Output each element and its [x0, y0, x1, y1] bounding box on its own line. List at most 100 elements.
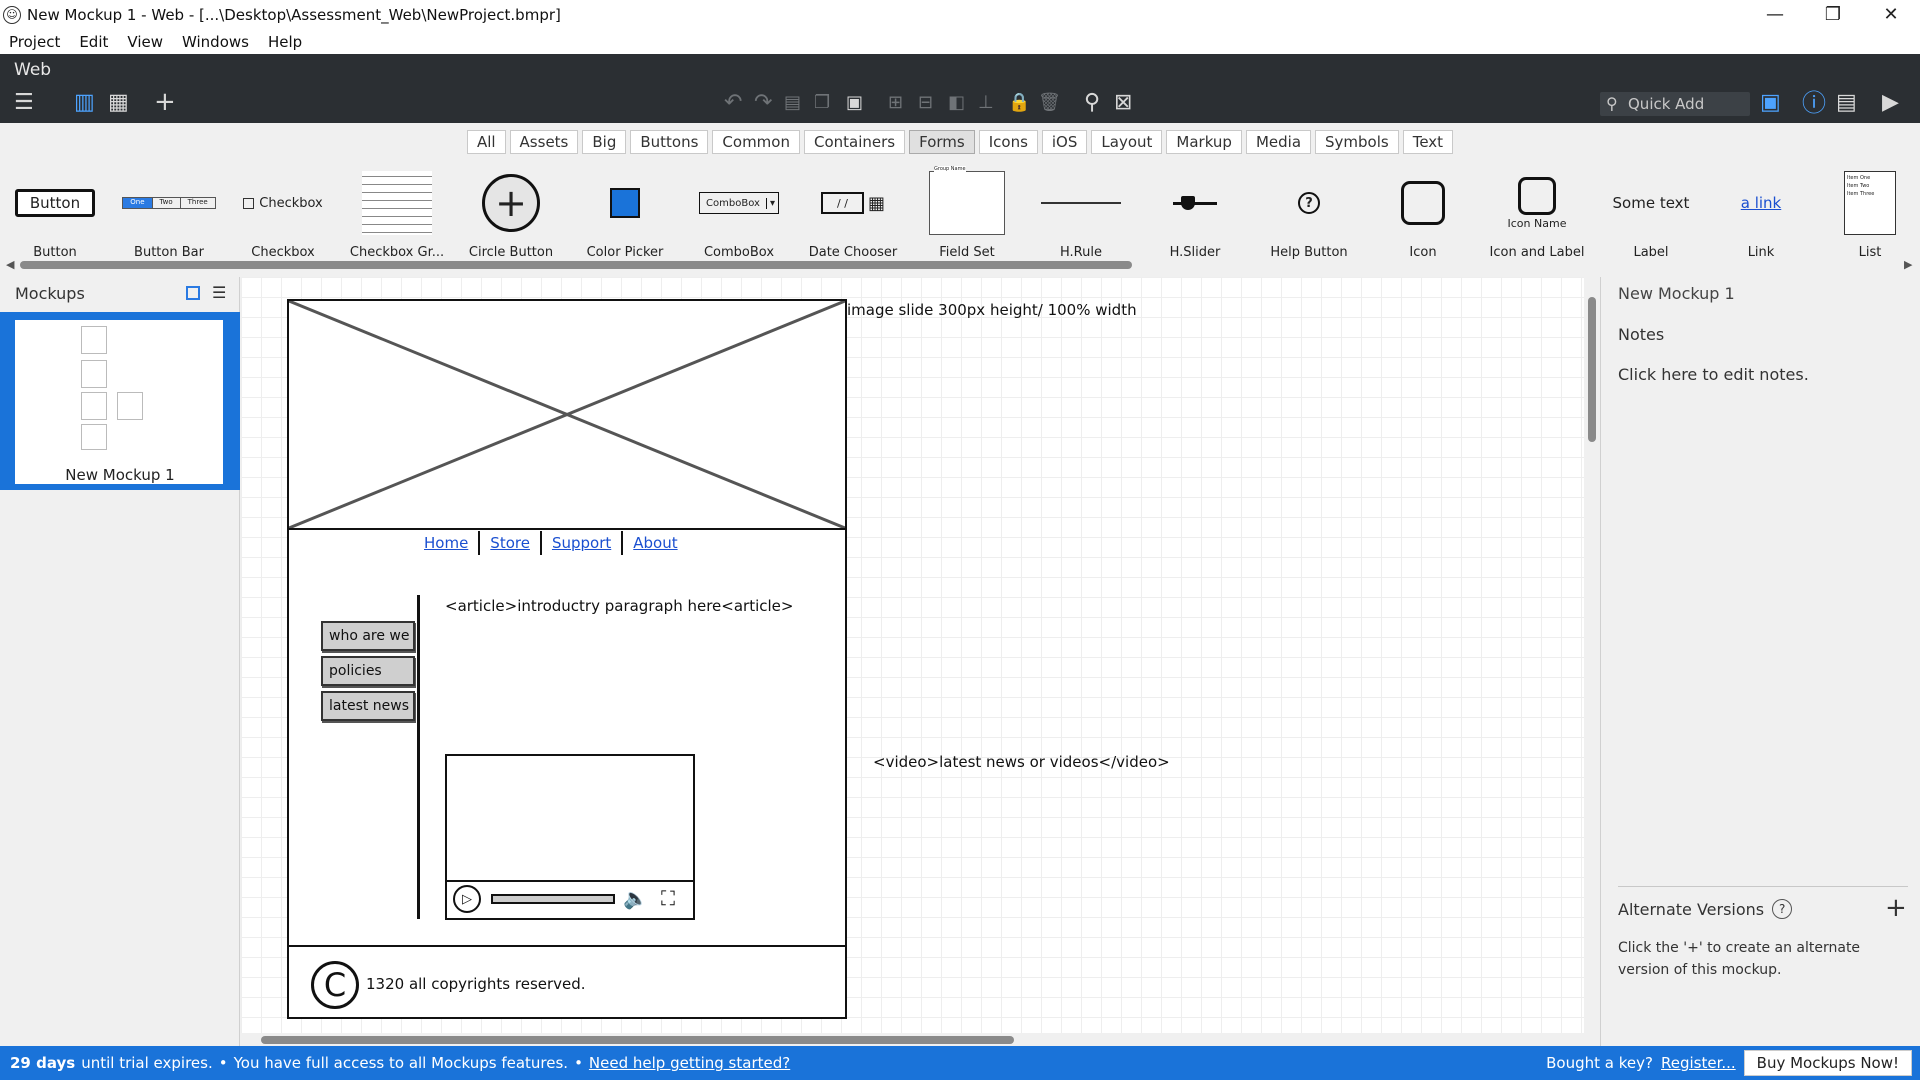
lock-icon[interactable]: 🔒: [1008, 94, 1030, 112]
lib-field-set[interactable]: Group Name Field Set: [912, 161, 1022, 261]
copyright-text[interactable]: 1320 all copyrights reserved.: [366, 975, 586, 993]
filter-tab-forms[interactable]: Forms: [909, 130, 975, 154]
video-note[interactable]: <video>latest news or videos</video>: [873, 753, 1170, 771]
canvas-horizontal-scrollbar[interactable]: [241, 1033, 1584, 1046]
filter-tab-markup[interactable]: Markup: [1166, 130, 1242, 154]
cut-icon[interactable]: ▤: [784, 94, 801, 112]
minimize-button[interactable]: —: [1746, 0, 1804, 29]
menu-project[interactable]: Project: [0, 33, 70, 51]
quick-add-input[interactable]: ⚲ Quick Add: [1600, 92, 1750, 116]
menu-help[interactable]: Help: [259, 33, 312, 51]
volume-icon[interactable]: 🔈: [623, 886, 648, 910]
undo-icon[interactable]: ↶: [724, 92, 742, 114]
filter-tab-symbols[interactable]: Symbols: [1315, 130, 1399, 154]
add-mockup-icon[interactable]: +: [154, 89, 176, 115]
symbols-icon[interactable]: ▣: [1760, 92, 1781, 114]
image-placeholder[interactable]: [287, 299, 847, 530]
restore-button[interactable]: ❐: [1804, 0, 1862, 29]
nav-link-home[interactable]: Home: [424, 534, 468, 552]
scrollbar-thumb[interactable]: [1588, 297, 1596, 442]
side-button-policies[interactable]: policies: [321, 656, 415, 686]
arrange-icon[interactable]: ◧: [948, 94, 965, 112]
buy-now-button[interactable]: Buy Mockups Now!: [1743, 1050, 1912, 1076]
add-alternate-icon[interactable]: +: [1885, 893, 1907, 923]
copy-icon[interactable]: ❐: [814, 94, 830, 112]
lib-button[interactable]: Button Button: [0, 161, 110, 261]
lib-link[interactable]: a link Link: [1706, 161, 1816, 261]
help-link[interactable]: Need help getting started?: [589, 1054, 790, 1072]
lib-list[interactable]: Item One Item Two Item Three List: [1822, 161, 1918, 261]
lib-help-button[interactable]: ? Help Button: [1254, 161, 1364, 261]
mockup-title[interactable]: New Mockup 1: [1618, 284, 1735, 303]
paste-icon[interactable]: ▣: [846, 94, 863, 112]
article-text[interactable]: <article>introductry paragraph here<arti…: [445, 597, 793, 615]
scroll-right-icon[interactable]: ▶: [1904, 258, 1912, 271]
lib-checkbox[interactable]: Checkbox Checkbox: [228, 161, 338, 261]
menu-windows[interactable]: Windows: [173, 33, 259, 51]
filter-tab-big[interactable]: Big: [582, 130, 627, 154]
hamburger-menu-icon[interactable]: ☰: [14, 92, 34, 114]
delete-icon[interactable]: 🗑: [1038, 94, 1061, 112]
side-button-who-are-we[interactable]: who are we: [321, 621, 415, 651]
lib-h-rule[interactable]: H.Rule: [1026, 161, 1136, 261]
mockup-canvas[interactable]: image slide 300px height/ 100% width Hom…: [241, 277, 1584, 1033]
find-icon[interactable]: ⚲: [1084, 92, 1100, 114]
nav-link-store[interactable]: Store: [490, 534, 530, 552]
menu-view[interactable]: View: [118, 33, 173, 51]
nav-link-bar[interactable]: Home Store Support About: [424, 531, 678, 555]
list-view-icon[interactable]: ☰: [212, 283, 226, 302]
lib-label-item[interactable]: Some text Label: [1596, 161, 1706, 261]
footer-rule[interactable]: [287, 945, 847, 947]
redo-icon[interactable]: ↷: [754, 92, 772, 114]
align-icon[interactable]: ⊥: [978, 94, 994, 112]
menu-edit[interactable]: Edit: [70, 33, 118, 51]
filter-tab-layout[interactable]: Layout: [1091, 130, 1163, 154]
single-view-icon[interactable]: ▥: [74, 92, 95, 114]
play-icon[interactable]: ▷: [453, 885, 481, 913]
filter-tab-buttons[interactable]: Buttons: [630, 130, 709, 154]
copyright-icon[interactable]: C: [311, 961, 359, 1009]
info-icon[interactable]: ⓘ: [1802, 91, 1826, 115]
notes-field[interactable]: Click here to edit notes.: [1618, 365, 1809, 384]
filter-tab-common[interactable]: Common: [712, 130, 800, 154]
lib-date-chooser[interactable]: / / ▦ Date Chooser: [798, 161, 908, 261]
thumbnail-view-icon[interactable]: [186, 286, 200, 300]
filter-tab-containers[interactable]: Containers: [803, 130, 906, 154]
filter-tab-media[interactable]: Media: [1245, 130, 1312, 154]
ungroup-icon[interactable]: ⊟: [918, 94, 933, 112]
help-icon[interactable]: ?: [1772, 899, 1793, 919]
sidebar-divider[interactable]: [417, 595, 420, 919]
filter-tab-icons[interactable]: Icons: [978, 130, 1038, 154]
close-button[interactable]: ✕: [1862, 0, 1920, 29]
fullscreen-icon[interactable]: ⛶: [661, 886, 675, 910]
lib-icon-and-label[interactable]: Icon Name Icon and Label: [1482, 161, 1592, 261]
mockup-thumbnail[interactable]: New Mockup 1: [0, 312, 240, 490]
side-button-latest-news[interactable]: latest news: [321, 691, 415, 721]
lib-color-picker[interactable]: Color Picker: [570, 161, 680, 261]
scroll-left-icon[interactable]: ◀: [6, 258, 14, 271]
canvas-vertical-scrollbar[interactable]: [1584, 277, 1600, 1033]
lib-icon[interactable]: Icon: [1368, 161, 1478, 261]
nav-link-support[interactable]: Support: [552, 534, 611, 552]
lib-button-bar[interactable]: One Two Three Button Bar: [114, 161, 224, 261]
lib-checkbox-group[interactable]: Checkbox Gr...: [342, 161, 452, 261]
scrollbar-thumb[interactable]: [261, 1036, 1014, 1044]
register-link[interactable]: Register...: [1661, 1054, 1736, 1072]
close-search-icon[interactable]: ⊠: [1114, 92, 1132, 114]
group-icon[interactable]: ⊞: [888, 94, 903, 112]
grid-view-icon[interactable]: ▦: [108, 92, 129, 114]
properties-icon[interactable]: ▤: [1836, 92, 1857, 114]
present-icon[interactable]: ▶: [1882, 92, 1899, 114]
lib-combobox[interactable]: ComboBox ▾ ComboBox: [684, 161, 794, 261]
lib-circle-button[interactable]: + Circle Button: [456, 161, 566, 261]
lib-h-slider[interactable]: H.Slider: [1140, 161, 1250, 261]
filter-tab-all[interactable]: All: [466, 130, 506, 154]
video-progress-bar[interactable]: [491, 894, 615, 904]
filter-tab-assets[interactable]: Assets: [509, 130, 579, 154]
filter-tab-text[interactable]: Text: [1402, 130, 1454, 154]
library-scrollbar[interactable]: [20, 261, 1132, 269]
video-player[interactable]: ▷ 🔈 ⛶: [445, 754, 695, 920]
filter-tab-ios[interactable]: iOS: [1041, 130, 1088, 154]
nav-link-about[interactable]: About: [633, 534, 677, 552]
image-note[interactable]: image slide 300px height/ 100% width: [847, 301, 1137, 319]
